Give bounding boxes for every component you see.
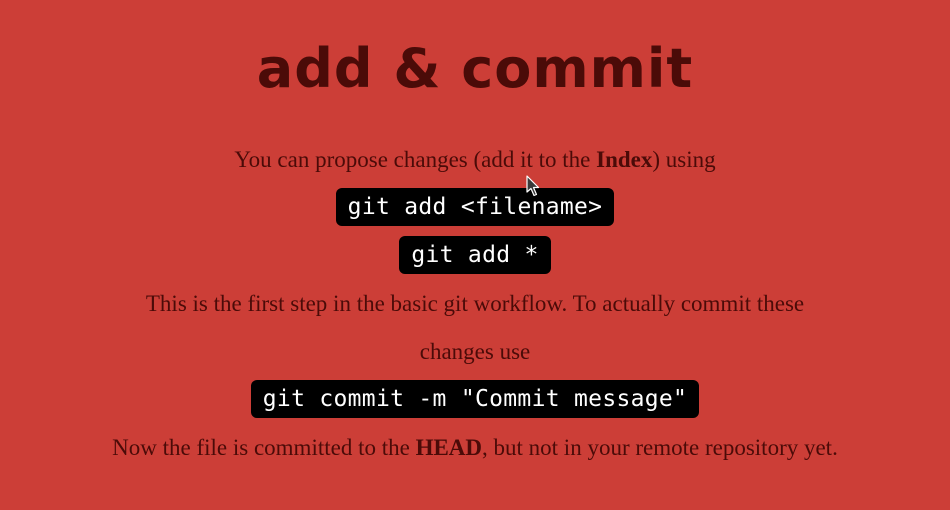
paragraph-text: ) using (652, 147, 716, 172)
paragraph-text: You can propose changes (add it to the (234, 147, 597, 172)
code-git-add-filename[interactable]: git add <filename> (335, 188, 615, 226)
paragraph-text: Now the file is committed to the (112, 435, 416, 460)
paragraph-committed-head: Now the file is committed to the HEAD, b… (0, 433, 950, 463)
paragraph-propose-changes: You can propose changes (add it to the I… (0, 145, 950, 175)
paragraph-workflow-line-1: This is the first step in the basic git … (145, 291, 805, 316)
paragraph-text: , but not in your remote repository yet. (482, 435, 838, 460)
code-git-commit[interactable]: git commit -m "Commit message" (250, 380, 700, 418)
page-title: add & commit (256, 37, 694, 100)
code-row: git add * (0, 236, 950, 274)
paragraph-workflow-line-2: changes use (419, 339, 531, 364)
page: add & commit You can propose changes (ad… (0, 0, 950, 510)
mouse-pointer-icon (526, 175, 540, 197)
code-row: git commit -m "Commit message" (0, 380, 950, 418)
code-git-add-all[interactable]: git add * (399, 236, 551, 274)
code-row: git add <filename> (0, 188, 950, 226)
head-term: HEAD (415, 435, 483, 460)
index-term: Index (596, 147, 653, 172)
